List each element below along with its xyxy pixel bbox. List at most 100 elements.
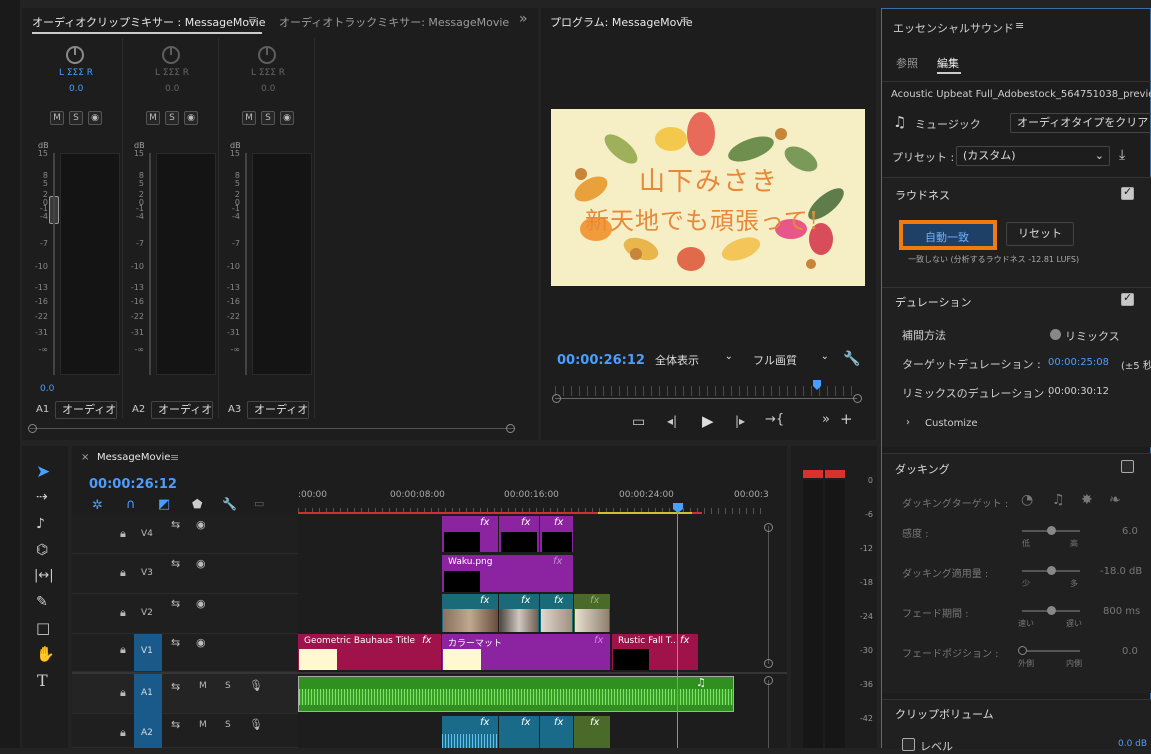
reset-button[interactable]: リセット bbox=[1006, 222, 1074, 246]
fade-duration-value[interactable]: 800 ms bbox=[1103, 606, 1140, 617]
zoom-bar[interactable] bbox=[555, 398, 857, 399]
dialogue-target-icon[interactable]: ◔ bbox=[1021, 492, 1033, 508]
ducking-amount-value[interactable]: -18.0 dB bbox=[1100, 566, 1142, 577]
solo-button-a2[interactable]: S bbox=[225, 720, 231, 730]
track-name-v3[interactable]: V3 bbox=[141, 568, 153, 578]
clip-v2[interactable]: fx bbox=[540, 594, 573, 632]
zoom-handle-left[interactable] bbox=[552, 394, 561, 403]
record-button-a2[interactable]: ◉ bbox=[184, 111, 198, 125]
mute-button-a2[interactable]: M bbox=[199, 720, 207, 730]
music-target-icon[interactable]: ♫ bbox=[1052, 492, 1065, 508]
tab-edit[interactable]: 編集 bbox=[937, 55, 959, 71]
add-button-icon[interactable]: + bbox=[840, 410, 853, 428]
radio-remix[interactable] bbox=[1050, 329, 1061, 340]
track-name-v2[interactable]: V2 bbox=[141, 608, 153, 618]
panel-menu-icon[interactable]: ≡ bbox=[170, 451, 179, 464]
loudness-checkbox[interactable] bbox=[1121, 185, 1134, 200]
hand-tool-icon[interactable]: ✋ bbox=[36, 645, 55, 663]
scrollbar-handle-top[interactable] bbox=[764, 523, 773, 532]
track-name-v1[interactable]: V1 bbox=[141, 646, 153, 656]
pan-knob-a2[interactable] bbox=[162, 46, 180, 64]
fade-position-value[interactable]: 0.0 bbox=[1122, 646, 1138, 657]
audio-clip-a1[interactable]: ♫ bbox=[298, 676, 734, 712]
safe-margins-icon[interactable]: ▭ bbox=[632, 414, 645, 430]
sync-lock-icon[interactable]: ⇆ bbox=[171, 636, 180, 649]
clip-rustic-fall-title[interactable]: Rustic Fall T... fx bbox=[612, 634, 698, 670]
sync-lock-icon[interactable]: ⇆ bbox=[171, 518, 180, 531]
track-select-tool-icon[interactable]: ⇢ bbox=[36, 489, 48, 505]
clip-geometric-bauhaus-title[interactable]: Geometric Bauhaus Title fx bbox=[298, 634, 441, 670]
customize-toggle[interactable]: Customize bbox=[925, 418, 978, 429]
captions-icon[interactable]: ▭ bbox=[254, 497, 264, 510]
save-preset-icon[interactable]: ⤓ bbox=[1119, 147, 1125, 163]
linked-selection-icon[interactable]: ◩ bbox=[158, 497, 170, 512]
lock-icon[interactable]: 🔒︎ bbox=[120, 527, 126, 541]
audio-clip-a2[interactable]: fx bbox=[442, 716, 498, 748]
step-forward-icon[interactable]: |▸ bbox=[735, 414, 745, 428]
duration-checkbox[interactable] bbox=[1121, 291, 1134, 306]
mute-button-a1[interactable]: M bbox=[50, 111, 64, 125]
audio-track-scrollbar[interactable] bbox=[768, 680, 769, 748]
program-timecode[interactable]: 00:00:26:12 bbox=[557, 353, 645, 368]
more-panels-icon[interactable]: » bbox=[519, 11, 528, 27]
sync-lock-icon[interactable]: ⇆ bbox=[171, 718, 180, 731]
slip-tool-icon[interactable]: |↔| bbox=[34, 568, 54, 583]
slider-thumb[interactable] bbox=[1047, 566, 1056, 575]
sensitivity-slider[interactable] bbox=[1022, 526, 1080, 535]
mute-button-a3[interactable]: M bbox=[242, 111, 256, 125]
play-icon[interactable]: ▶ bbox=[702, 412, 714, 430]
track-name-a1[interactable]: A1 bbox=[141, 688, 153, 698]
record-button-a3[interactable]: ◉ bbox=[280, 111, 294, 125]
insert-icon[interactable]: →{ bbox=[765, 412, 784, 427]
razor-tool-icon[interactable]: ⌬ bbox=[36, 542, 48, 558]
sync-lock-icon[interactable]: ⇆ bbox=[171, 597, 180, 610]
zoom-dropdown[interactable]: 全体表示 ⌄ bbox=[655, 351, 737, 368]
audio-clip-a2[interactable]: fx bbox=[540, 716, 573, 748]
scrollbar-handle-top[interactable] bbox=[764, 676, 773, 685]
lock-icon[interactable]: 🔒︎ bbox=[120, 606, 126, 620]
snap-icon[interactable]: ∩ bbox=[126, 497, 136, 512]
add-marker-icon[interactable]: ⬟ bbox=[192, 497, 202, 511]
microphone-icon[interactable]: 🎙︎ bbox=[249, 718, 263, 731]
level-checkbox[interactable] bbox=[902, 738, 915, 751]
quality-dropdown[interactable]: フル画質 ⌄ bbox=[753, 351, 829, 368]
ripple-edit-tool-icon[interactable]: ♪ bbox=[36, 516, 45, 532]
mute-button-a1[interactable]: M bbox=[199, 681, 207, 691]
pan-knob-a1[interactable] bbox=[66, 46, 84, 64]
eye-icon[interactable]: ◉ bbox=[196, 557, 206, 570]
channel-label-a3[interactable]: オーディオ bbox=[247, 401, 309, 419]
solo-button-a1[interactable]: S bbox=[225, 681, 231, 691]
clip-v4[interactable]: fx bbox=[442, 516, 498, 552]
scrollbar-handle-right[interactable] bbox=[506, 424, 515, 433]
sensitivity-value[interactable]: 6.0 bbox=[1122, 526, 1138, 537]
clip-v2[interactable]: fx bbox=[574, 594, 610, 632]
panel-menu-icon[interactable]: ≡ bbox=[680, 13, 689, 26]
clip-color-matte[interactable]: カラーマット fx bbox=[442, 634, 610, 670]
channel-label-a1[interactable]: オーディオ bbox=[55, 401, 117, 419]
tab-browse[interactable]: 参照 bbox=[896, 55, 918, 71]
sfx-target-icon[interactable]: ✸ bbox=[1081, 492, 1093, 508]
close-icon[interactable]: × bbox=[81, 452, 89, 463]
clear-audio-type-button[interactable]: オーディオタイプをクリア bbox=[1010, 113, 1151, 133]
more-buttons-icon[interactable]: » bbox=[822, 412, 830, 427]
zoom-handle-right[interactable] bbox=[853, 394, 862, 403]
scrollbar-handle-left[interactable] bbox=[28, 424, 37, 433]
pan-value-a3[interactable]: 0.0 bbox=[261, 84, 275, 94]
solo-button-a2[interactable]: S bbox=[165, 111, 179, 125]
rectangle-tool-icon[interactable]: □ bbox=[36, 619, 50, 637]
clip-v4[interactable]: fx bbox=[540, 516, 573, 552]
chevron-right-icon[interactable]: › bbox=[906, 417, 910, 428]
lock-icon[interactable]: 🔒︎ bbox=[120, 686, 126, 700]
slider-thumb[interactable] bbox=[1047, 606, 1056, 615]
microphone-icon[interactable]: 🎙︎ bbox=[249, 679, 263, 692]
preset-dropdown[interactable]: (カスタム) ⌄ bbox=[956, 146, 1110, 166]
tab-audio-track-mixer[interactable]: オーディオトラックミキサー: MessageMovie bbox=[279, 14, 509, 30]
eye-icon[interactable]: ◉ bbox=[196, 636, 206, 649]
lock-icon[interactable]: 🔒︎ bbox=[120, 643, 126, 657]
pan-knob-a3[interactable] bbox=[258, 46, 276, 64]
pan-value-a1[interactable]: 0.0 bbox=[69, 84, 83, 94]
fade-duration-slider[interactable] bbox=[1022, 606, 1080, 615]
panel-menu-icon[interactable]: ≡ bbox=[248, 13, 257, 26]
track-name-v4[interactable]: V4 bbox=[141, 529, 153, 539]
sequence-tab[interactable]: MessageMovie bbox=[97, 452, 170, 463]
